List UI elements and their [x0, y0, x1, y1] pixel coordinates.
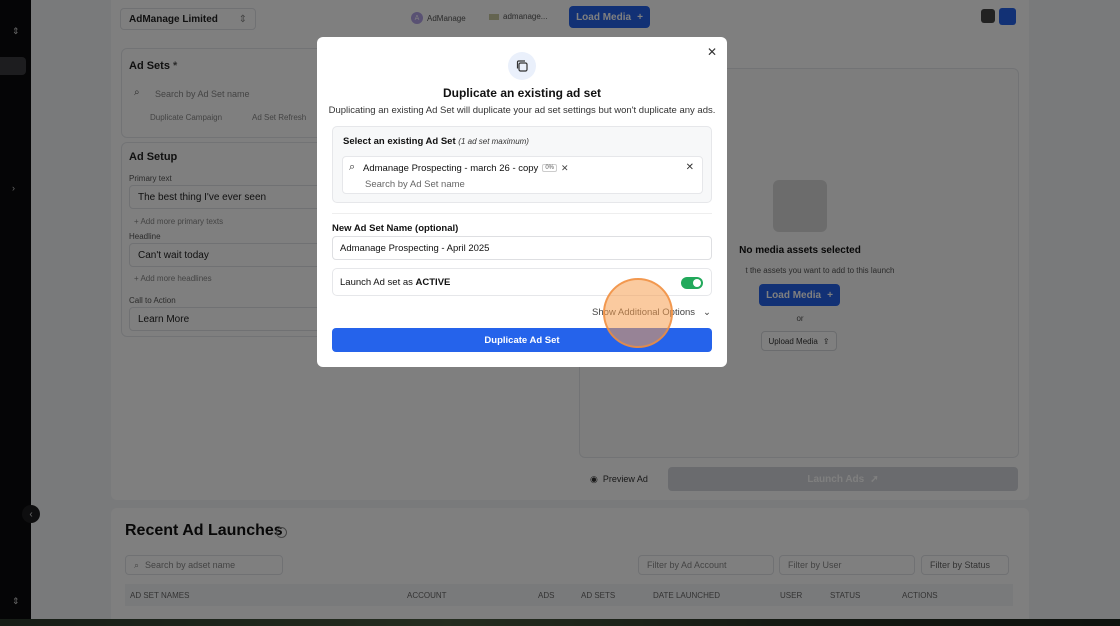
- adset-search-input[interactable]: Search by Ad Set name: [365, 179, 465, 190]
- duplicate-adset-modal: ✕ Duplicate an existing ad set Duplicati…: [317, 37, 727, 367]
- chevron-down-icon: ⌄: [703, 307, 711, 318]
- adset-multiselect[interactable]: ⌕ Admanage Prospecting - march 26 - copy…: [342, 156, 703, 194]
- duplicate-adset-button[interactable]: Duplicate Ad Set: [332, 328, 712, 352]
- copy-icon: [508, 52, 536, 80]
- search-icon: ⌕: [349, 161, 356, 173]
- new-adset-name-input[interactable]: Admanage Prospecting - April 2025: [332, 236, 712, 260]
- modal-title: Duplicate an existing ad set: [442, 86, 602, 100]
- launch-active-label: Launch Ad set as ACTIVE: [340, 277, 451, 288]
- selected-adset-tag[interactable]: Admanage Prospecting - march 26 - copy 0…: [363, 160, 569, 176]
- show-options-label: Show Additional Options: [592, 307, 696, 318]
- modal-description: Duplicating an existing Ad Set will dupl…: [328, 105, 716, 116]
- divider: [332, 213, 712, 214]
- launch-active-row: Launch Ad set as ACTIVE: [332, 268, 712, 296]
- select-adset-section: Select an existing Ad Set (1 ad set maxi…: [332, 126, 712, 203]
- clear-selection-icon[interactable]: ✕: [686, 162, 694, 173]
- show-additional-options-button[interactable]: Show Additional Options ⌄: [592, 307, 711, 318]
- remove-tag-icon[interactable]: ✕: [561, 163, 569, 174]
- launch-active-toggle[interactable]: [681, 277, 703, 289]
- selected-adset-count: 0%: [542, 164, 557, 172]
- selected-adset-name: Admanage Prospecting - march 26 - copy: [363, 162, 539, 174]
- close-icon[interactable]: ✕: [707, 45, 717, 59]
- select-adset-label: Select an existing Ad Set (1 ad set maxi…: [343, 136, 529, 147]
- new-adset-name-label: New Ad Set Name (optional): [332, 223, 459, 234]
